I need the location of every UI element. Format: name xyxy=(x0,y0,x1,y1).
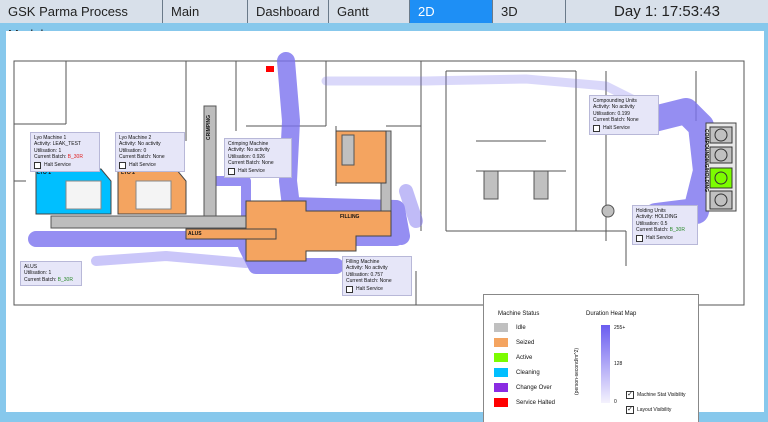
legend-panel: Machine Status Idle Seized Active Cleani… xyxy=(483,294,699,422)
layout-label: Layout Visibility xyxy=(637,407,672,413)
lyo-2-halt-checkbox[interactable] xyxy=(119,161,126,169)
compounding-batch: None xyxy=(626,117,639,124)
crimping-batch-label: Current Batch: xyxy=(228,160,261,167)
sim-clock: Day 1: 17:53:43 xyxy=(566,0,768,23)
machine-stat-visibility-toggle[interactable]: ✓ Machine Stat Visibility xyxy=(626,391,686,399)
legend-label: Change Over xyxy=(516,384,552,391)
change-over-swatch xyxy=(494,383,508,392)
alus-batch-label: Current Batch: xyxy=(24,276,57,283)
holding-info-panel: Holding Units Activity: HOLDING Utilisat… xyxy=(632,205,698,245)
crimping-halt-checkbox[interactable] xyxy=(228,167,235,175)
lyo-1-halt-checkbox[interactable] xyxy=(34,161,41,169)
heat-mid-label: 128 xyxy=(614,361,623,367)
filling-halt-label: Halt Service xyxy=(356,285,383,292)
legend-item-cleaning: Cleaning xyxy=(494,368,540,377)
layout-checkbox[interactable]: ✓ xyxy=(626,406,634,414)
legend-label: Idle xyxy=(516,324,526,331)
heat-min-label: 0 xyxy=(614,399,617,405)
tab-2d[interactable]: 2D xyxy=(410,0,493,23)
holding-batch: B_30R xyxy=(669,227,685,234)
legend-label: Service Halted xyxy=(516,399,556,406)
heat-axis-label: (person-second/m^2) xyxy=(574,347,580,395)
lyo-2-batch: None xyxy=(152,154,165,161)
legend-item-idle: Idle xyxy=(494,323,526,332)
heatmap-gradient xyxy=(601,325,610,403)
lyo-1-batch: B_30R xyxy=(67,154,83,161)
lyo-2-info-panel: Lyo Machine 2 Activity: No activity Util… xyxy=(115,132,185,172)
filling-batch-label: Current Batch: xyxy=(346,278,379,285)
tab-gantt[interactable]: Gantt xyxy=(329,0,410,23)
crimping-batch: None xyxy=(261,160,274,167)
alus-label: ALUS xyxy=(188,231,202,237)
seized-swatch xyxy=(494,338,508,347)
legend-label: Cleaning xyxy=(516,369,540,376)
lyo-1-info-panel: Lyo Machine 1 Activity: LEAK_TEST Utilis… xyxy=(30,132,100,172)
compounding-info-panel: Compounding Units Activity: No activity … xyxy=(589,95,659,135)
app-title: GSK Parma Process Model xyxy=(0,0,163,42)
holding-halt-label: Halt Service xyxy=(646,234,673,241)
legend-item-service-halted: Service Halted xyxy=(494,398,555,407)
holding-batch-label: Current Batch: xyxy=(636,227,669,234)
heat-max-label: 255+ xyxy=(614,325,626,331)
legend-item-active: Active xyxy=(494,353,532,362)
tab-3d[interactable]: 3D xyxy=(493,0,566,23)
lyo-2-batch-label: Current Batch: xyxy=(119,154,152,161)
machine-status-title: Machine Status xyxy=(498,311,540,317)
filling-info-panel: Filling Machine Activity: No activity Ut… xyxy=(342,256,412,296)
alus-batch: B_30R xyxy=(57,276,73,283)
filling-batch: None xyxy=(379,278,392,285)
filling-label: FILLING xyxy=(340,214,360,220)
crimping-label: CRIMPING xyxy=(206,115,212,140)
heatmap-title: Duration Heat Map xyxy=(586,311,637,317)
legend-label: Active xyxy=(516,354,533,361)
tab-main[interactable]: Main xyxy=(163,0,248,23)
crimping-halt-label: Halt Service xyxy=(238,167,265,174)
layout-canvas[interactable]: LYO 1 LYO 2 CRIMPING ALUS FILLING COMPOU… xyxy=(6,31,764,422)
compounding-batch-label: Current Batch: xyxy=(593,117,626,124)
active-swatch xyxy=(494,353,508,362)
machine-stat-label: Machine Stat Visibility xyxy=(637,392,686,398)
idle-swatch xyxy=(494,323,508,332)
legend-item-change-over: Change Over xyxy=(494,383,552,392)
cleaning-swatch xyxy=(494,368,508,377)
lyo-2-halt-label: Halt Service xyxy=(129,161,156,168)
lyo-1-halt-label: Halt Service xyxy=(44,161,71,168)
lyo-1-batch-label: Current Batch: xyxy=(34,154,67,161)
top-tab-bar: GSK Parma Process Model Main Dashboard G… xyxy=(0,0,768,42)
machine-stat-checkbox[interactable]: ✓ xyxy=(626,391,634,399)
service-halted-marker xyxy=(266,66,274,72)
tab-dashboard[interactable]: Dashboard xyxy=(248,0,329,23)
crimping-info-panel: Crimping Machine Activity: No activity U… xyxy=(224,138,292,178)
compounding-label: COMPOUNDING/HOLDING xyxy=(703,129,709,193)
legend-item-seized: Seized xyxy=(494,338,534,347)
legend-label: Seized xyxy=(516,339,535,346)
compounding-halt-label: Halt Service xyxy=(603,124,630,131)
compounding-halt-checkbox[interactable] xyxy=(593,124,600,132)
service-halted-swatch xyxy=(494,398,508,407)
alus-info-panel: ALUS Utilisation: 1 Current Batch: B_30R xyxy=(20,261,82,287)
filling-halt-checkbox[interactable] xyxy=(346,285,353,293)
layout-visibility-toggle[interactable]: ✓ Layout Visibility xyxy=(626,406,671,414)
holding-halt-checkbox[interactable] xyxy=(636,234,643,242)
